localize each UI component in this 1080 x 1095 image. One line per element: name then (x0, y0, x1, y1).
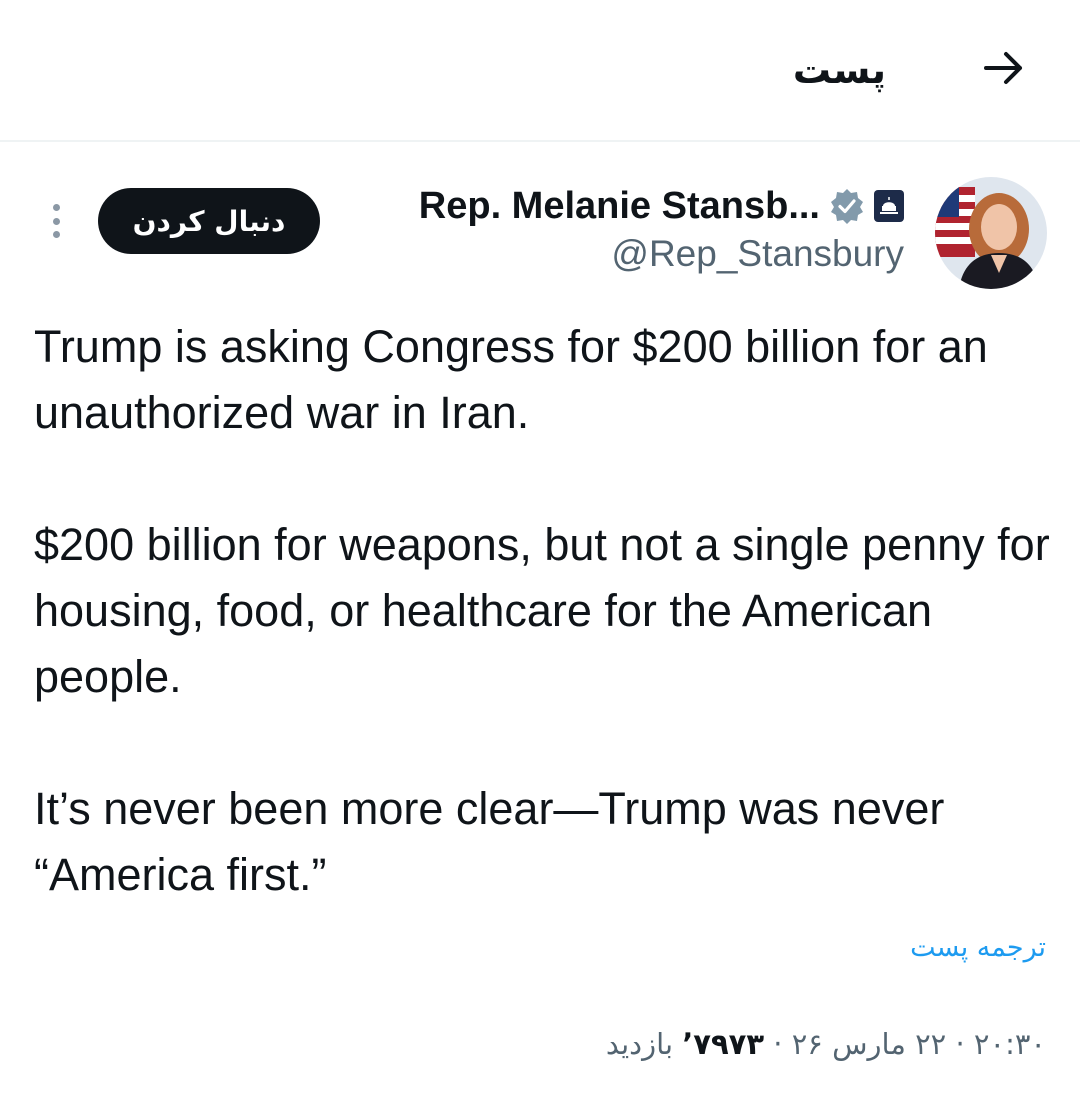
tweet-text: Trump is asking Congress for $200 billio… (34, 314, 1054, 908)
author-name-line: Rep. Melanie Stansb... (419, 180, 904, 232)
author-handle[interactable]: @Rep_Stansbury (611, 232, 904, 276)
tweet-paragraph: It’s never been more clear—Trump was nev… (34, 783, 945, 900)
more-options-button[interactable] (44, 198, 68, 244)
views-label: بازدید (605, 1027, 674, 1061)
author-name[interactable]: Rep. Melanie Stansb... (419, 185, 820, 228)
top-bar: پست (0, 0, 1080, 142)
tweet-date[interactable]: ۲۲ مارس ۲۶ (792, 1027, 947, 1061)
tweet-meta: ۲۰:۳۰ · ۲۲ مارس ۲۶ · ۷۹۷۳’ بازدید (606, 1022, 1046, 1066)
more-vertical-icon (52, 204, 60, 211)
meta-separator: · (955, 1027, 965, 1061)
arrow-right-icon (980, 44, 1028, 96)
translate-post-link[interactable]: ترجمه پست (910, 928, 1046, 968)
tweet-paragraph: $200 billion for weapons, but not a sing… (34, 519, 1050, 702)
page-title: پست (792, 48, 886, 92)
avatar[interactable] (935, 177, 1047, 289)
tweet-paragraph: Trump is asking Congress for $200 billio… (34, 321, 988, 438)
tweet-time[interactable]: ۲۰:۳۰ (974, 1027, 1046, 1061)
views-count: ۷۹۷۳’ (682, 1027, 765, 1061)
back-button[interactable] (976, 42, 1032, 98)
government-capitol-icon[interactable] (874, 190, 904, 222)
meta-separator: · (773, 1027, 783, 1061)
verified-badge-icon[interactable] (828, 187, 866, 225)
follow-button[interactable]: دنبال کردن (98, 188, 320, 254)
